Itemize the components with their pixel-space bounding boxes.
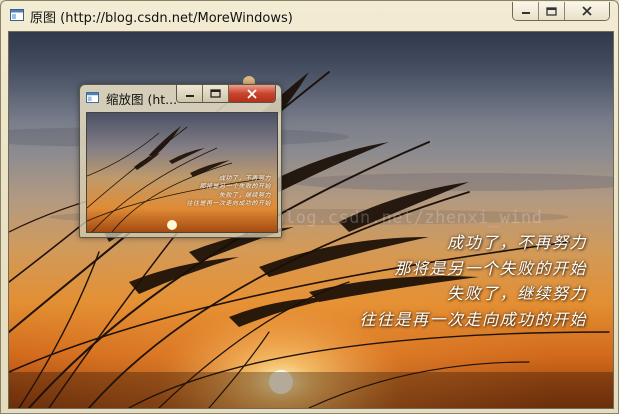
zoom-caption-buttons — [176, 85, 276, 103]
zoom-maximize-button[interactable] — [203, 85, 229, 102]
poem-line-1: 成功了，不再努力 — [446, 233, 587, 252]
zoomed-poem-line-2: 那将是另一个失败的开始 — [199, 183, 271, 191]
zoom-window[interactable]: 缩放图 (ht... 成功了，不再努力 那将是另一个失败的开始 失败了，继续努力… — [79, 84, 282, 238]
minimize-button[interactable] — [513, 2, 539, 20]
maximize-icon — [210, 89, 221, 98]
window-app-icon — [10, 9, 24, 21]
poem-line-2: 那将是另一个失败的开始 — [394, 258, 587, 278]
minimize-icon — [185, 94, 194, 97]
poem-text-block: 成功了，不再努力 那将是另一个失败的开始 失败了，继续努力 往往是再一次走向成功… — [359, 230, 587, 332]
close-button[interactable] — [565, 2, 609, 20]
poem-line-3: 失败了，继续努力 — [446, 284, 587, 303]
minimize-icon — [521, 12, 530, 14]
close-icon — [582, 6, 592, 16]
zoomed-sunset-photo — [87, 113, 277, 232]
main-titlebar[interactable]: 原图 (http://blog.csdn.net/MoreWindows) — [1, 1, 618, 31]
maximize-icon — [546, 6, 557, 16]
zoom-window-title: 缩放图 (ht... — [106, 92, 178, 107]
zoomed-poem-line-3: 失败了，继续努力 — [218, 191, 271, 199]
zoomed-poem-line-4: 往往是再一次走向成功的开始 — [186, 200, 271, 208]
zoomed-image-canvas: 成功了，不再努力 那将是另一个失败的开始 失败了，继续努力 往往是再一次走向成功… — [86, 112, 278, 233]
maximize-button[interactable] — [539, 2, 565, 20]
zoom-close-button[interactable] — [229, 85, 275, 102]
poem-line-4: 往往是再一次走向成功的开始 — [359, 309, 587, 329]
main-caption-buttons — [512, 2, 610, 21]
close-icon — [247, 88, 257, 99]
zoom-minimize-button[interactable] — [177, 85, 203, 102]
window-app-icon — [86, 92, 99, 103]
zoomed-poem-text: 成功了，不再努力 那将是另一个失败的开始 失败了，继续努力 往往是再一次走向成功… — [186, 175, 271, 209]
main-window-title: 原图 (http://blog.csdn.net/MoreWindows) — [30, 11, 293, 26]
